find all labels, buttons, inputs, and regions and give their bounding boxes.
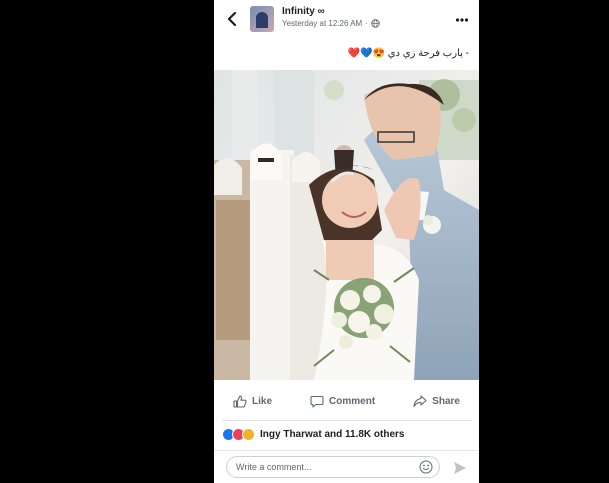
chevron-left-icon <box>227 12 237 26</box>
comment-label: Comment <box>329 395 376 407</box>
reaction-icons <box>222 427 255 441</box>
avatar[interactable] <box>250 6 274 32</box>
post-screen: Infinity ∞ Yesterday at 12:26 AM · - يار… <box>214 0 479 483</box>
globe-icon <box>371 19 380 28</box>
post-header: Infinity ∞ Yesterday at 12:26 AM · <box>214 0 479 40</box>
back-button[interactable] <box>224 10 240 28</box>
thumbs-up-icon <box>233 394 247 408</box>
reaction-summary[interactable]: Ingy Tharwat and 11.8K others <box>222 420 472 443</box>
comment-composer: Write a comment... <box>214 450 479 483</box>
more-horizontal-icon <box>455 18 469 22</box>
share-label: Share <box>432 395 460 407</box>
post-photo[interactable] <box>214 70 479 380</box>
post-actions: Like Comment Share <box>214 387 479 415</box>
emoji-icon[interactable] <box>419 460 433 474</box>
meta-separator: · <box>365 19 368 28</box>
send-icon[interactable] <box>452 460 468 476</box>
comment-placeholder: Write a comment... <box>236 462 312 472</box>
comment-icon <box>310 395 324 408</box>
reaction-text: Ingy Tharwat and 11.8K others <box>260 428 405 440</box>
wedding-photo <box>214 70 479 380</box>
like-label: Like <box>252 395 273 407</box>
post-caption: - يارب فرحة زي دي 😍💙❤️ <box>347 48 469 59</box>
more-options-button[interactable] <box>455 12 469 22</box>
share-button[interactable]: Share <box>413 394 460 408</box>
comment-input[interactable]: Write a comment... <box>226 456 440 478</box>
author-name[interactable]: Infinity ∞ <box>282 6 325 17</box>
timestamp[interactable]: Yesterday at 12:26 AM <box>282 19 362 28</box>
wow-reaction-icon <box>242 427 255 441</box>
post-meta: Yesterday at 12:26 AM · <box>282 19 380 28</box>
like-button[interactable]: Like <box>233 394 273 408</box>
share-icon <box>413 394 427 407</box>
comment-button[interactable]: Comment <box>310 395 375 408</box>
